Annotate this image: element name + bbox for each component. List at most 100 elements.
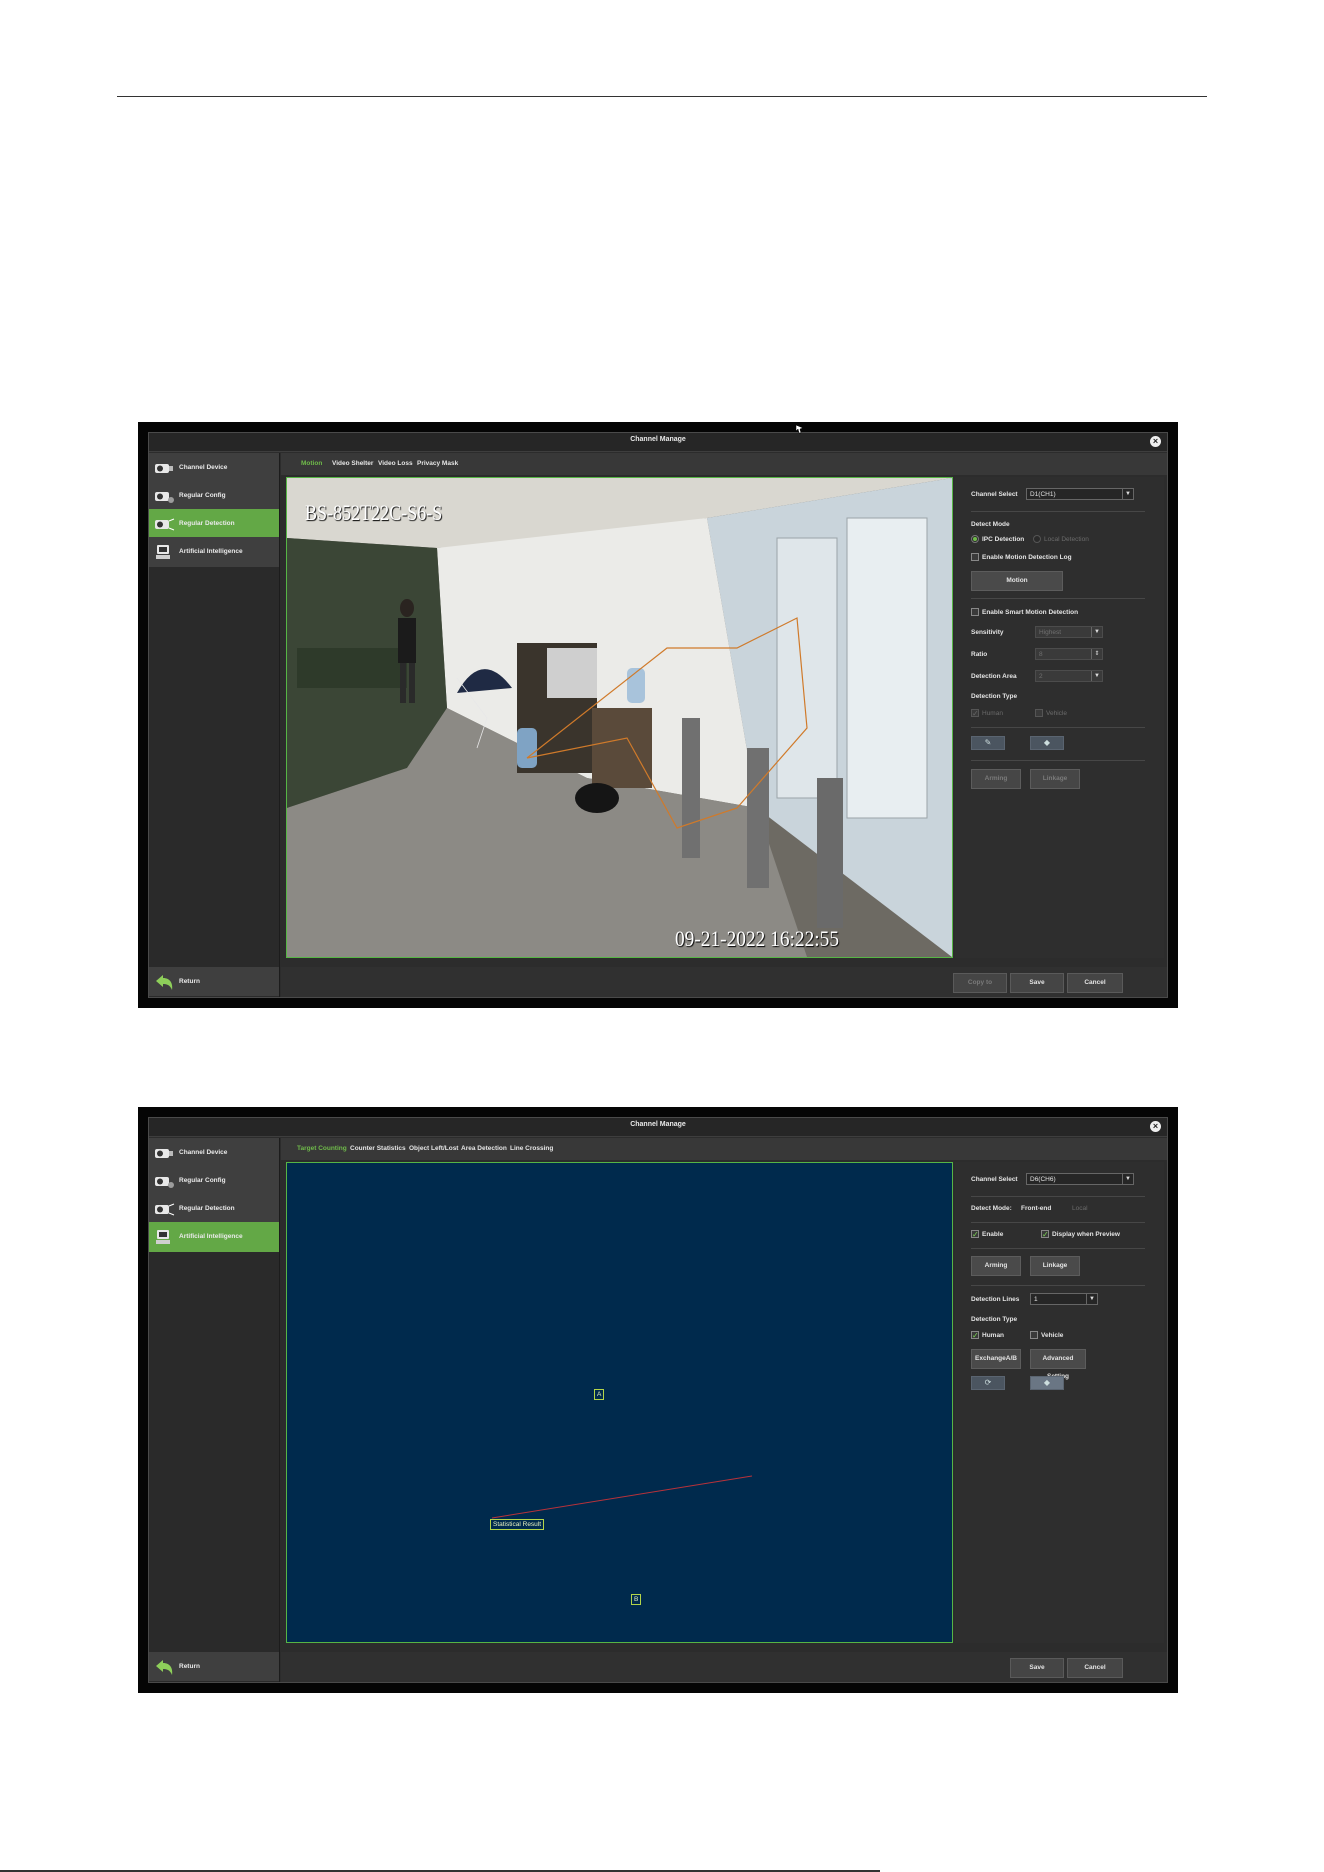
chevron-down-icon: ▼ <box>1122 1174 1133 1184</box>
tab-object-left-lost[interactable]: Object Left/Lost <box>409 1145 458 1152</box>
sidebar: Channel Device Regular Config Regular De… <box>149 453 280 997</box>
human-label: Human <box>982 1332 1005 1339</box>
channel-manage-window: Channel Manage × Channel Device Regular … <box>148 432 1168 998</box>
ipc-detection-radio[interactable] <box>971 535 979 543</box>
save-button[interactable]: Save <box>1010 973 1064 993</box>
enable-smart-motion-checkbox[interactable] <box>971 608 979 616</box>
chevron-down-icon: ▼ <box>1086 1294 1097 1304</box>
sidebar-item-label: Regular Detection <box>179 520 235 527</box>
sidebar-item-regular-config[interactable]: Regular Config <box>149 481 279 512</box>
detection-type-label: Detection Type <box>971 693 1018 700</box>
close-icon[interactable]: × <box>1150 436 1161 447</box>
human-checkbox[interactable]: ✓ <box>971 709 979 718</box>
cancel-button[interactable]: Cancel <box>1067 1658 1123 1678</box>
tab-motion[interactable]: Motion <box>301 460 322 467</box>
ai-robot-icon <box>156 1230 170 1244</box>
enable-checkbox[interactable]: ✓ <box>971 1230 979 1239</box>
screenshot-target-counting: Channel Manage × Channel Device Regular … <box>138 1107 1178 1693</box>
detection-area-select[interactable]: 2 ▼ <box>1035 670 1103 682</box>
display-when-preview-checkbox[interactable]: ✓ <box>1041 1230 1049 1239</box>
marker-a[interactable]: A <box>594 1389 605 1400</box>
bottom-bar: Save Cancel <box>281 1652 1167 1682</box>
advanced-setting-button[interactable]: Advanced Setting <box>1030 1349 1086 1380</box>
bottom-bar: Copy to Save Cancel <box>281 967 1167 997</box>
return-button[interactable]: Return <box>149 1652 279 1682</box>
cancel-button[interactable]: Cancel <box>1067 973 1123 993</box>
sidebar-item-artificial-intelligence[interactable]: Artificial Intelligence <box>149 537 279 568</box>
sidebar-item-channel-device[interactable]: Channel Device <box>149 453 279 484</box>
title-bar: Channel Manage × <box>149 1118 1167 1137</box>
marker-b[interactable]: B <box>631 1594 642 1605</box>
chevron-down-icon: ▼ <box>1091 671 1102 681</box>
local-detection-radio[interactable] <box>1033 535 1041 543</box>
chevron-down-icon: ▼ <box>1122 489 1133 499</box>
eraser-icon[interactable]: ◆ <box>1030 1376 1064 1390</box>
sidebar-item-artificial-intelligence[interactable]: Artificial Intelligence <box>149 1222 279 1253</box>
refresh-icon[interactable]: ⟳ <box>971 1376 1005 1390</box>
detection-camera-icon <box>155 1203 175 1216</box>
divider <box>971 1285 1145 1286</box>
tab-privacy-mask[interactable]: Privacy Mask <box>417 460 458 467</box>
return-label: Return <box>179 978 200 985</box>
local-option[interactable]: Local <box>1072 1205 1088 1212</box>
tab-counter-statistics[interactable]: Counter Statistics <box>350 1145 406 1152</box>
tab-area-detection[interactable]: Area Detection <box>461 1145 507 1152</box>
front-end-option[interactable]: Front-end <box>1021 1205 1051 1212</box>
page-top-rule <box>117 96 1207 97</box>
motion-button[interactable]: Motion <box>971 571 1063 591</box>
linkage-button[interactable]: Linkage <box>1030 1256 1080 1276</box>
eraser-icon[interactable]: ◆ <box>1030 736 1064 750</box>
ai-robot-icon <box>156 545 170 559</box>
channel-select[interactable]: D1(CH1) ▼ <box>1026 488 1134 500</box>
detection-type-label: Detection Type <box>971 1316 1018 1323</box>
close-icon[interactable]: × <box>1150 1121 1161 1132</box>
human-checkbox[interactable]: ✓ <box>971 1331 979 1340</box>
sidebar-item-label: Artificial Intelligence <box>179 1233 243 1240</box>
detection-lines-label: Detection Lines <box>971 1296 1020 1303</box>
exchange-ab-button[interactable]: ExchangeA/B <box>971 1349 1021 1369</box>
ipc-detection-label: IPC Detection <box>982 536 1025 543</box>
return-button[interactable]: Return <box>149 967 279 997</box>
save-button[interactable]: Save <box>1010 1658 1064 1678</box>
sensitivity-label: Sensitivity <box>971 629 1004 636</box>
enable-motion-log-label: Enable Motion Detection Log <box>982 554 1072 561</box>
ai-preview-canvas[interactable]: A B Statistical Result <box>286 1162 953 1643</box>
divider <box>971 760 1145 761</box>
settings-panel: Channel Select D6(CH6) ▼ Detect Mode: Fr… <box>955 1162 1164 1643</box>
sidebar-item-label: Channel Device <box>179 464 228 471</box>
pencil-icon[interactable]: ✎ <box>971 736 1005 750</box>
sidebar-item-regular-config[interactable]: Regular Config <box>149 1166 279 1197</box>
tab-video-shelter[interactable]: Video Shelter <box>332 460 373 467</box>
camera-preview[interactable]: BS-852T22C-S6-S 09-21-2022 16:22:55 <box>286 477 953 958</box>
sidebar-item-label: Regular Config <box>179 492 226 499</box>
channel-select[interactable]: D6(CH6) ▼ <box>1026 1173 1134 1185</box>
vehicle-checkbox[interactable] <box>1030 1331 1038 1339</box>
copy-to-button[interactable]: Copy to <box>953 973 1007 993</box>
detect-mode-label: Detect Mode <box>971 521 1010 528</box>
sensitivity-select[interactable]: Highest ▼ <box>1035 626 1103 638</box>
arming-button[interactable]: Arming <box>971 1256 1021 1276</box>
sidebar-item-label: Artificial Intelligence <box>179 548 243 555</box>
return-label: Return <box>179 1663 200 1670</box>
sidebar-item-regular-detection[interactable]: Regular Detection <box>149 509 279 540</box>
divider <box>971 727 1145 728</box>
enable-smart-motion-label: Enable Smart Motion Detection <box>982 609 1079 616</box>
return-arrow-icon <box>156 975 173 990</box>
divider <box>971 1248 1145 1249</box>
tab-line-crossing[interactable]: Line Crossing <box>510 1145 553 1152</box>
channel-select-label: Channel Select <box>971 491 1018 498</box>
sidebar-item-label: Regular Config <box>179 1177 226 1184</box>
statistical-result-label: Statistical Result <box>490 1519 545 1530</box>
detection-lines-select[interactable]: 1 ▼ <box>1030 1293 1098 1305</box>
vehicle-label: Vehicle <box>1046 710 1067 717</box>
enable-motion-log-checkbox[interactable] <box>971 553 979 561</box>
ratio-stepper[interactable]: 8 ⇕ <box>1035 648 1103 660</box>
arming-button[interactable]: Arming <box>971 769 1021 789</box>
tab-video-loss[interactable]: Video Loss <box>378 460 413 467</box>
sidebar-item-label: Regular Detection <box>179 1205 235 1212</box>
linkage-button[interactable]: Linkage <box>1030 769 1080 789</box>
vehicle-checkbox[interactable] <box>1035 709 1043 717</box>
tab-target-counting[interactable]: Target Counting <box>297 1145 347 1152</box>
sidebar-item-regular-detection[interactable]: Regular Detection <box>149 1194 279 1225</box>
sidebar-item-channel-device[interactable]: Channel Device <box>149 1138 279 1169</box>
